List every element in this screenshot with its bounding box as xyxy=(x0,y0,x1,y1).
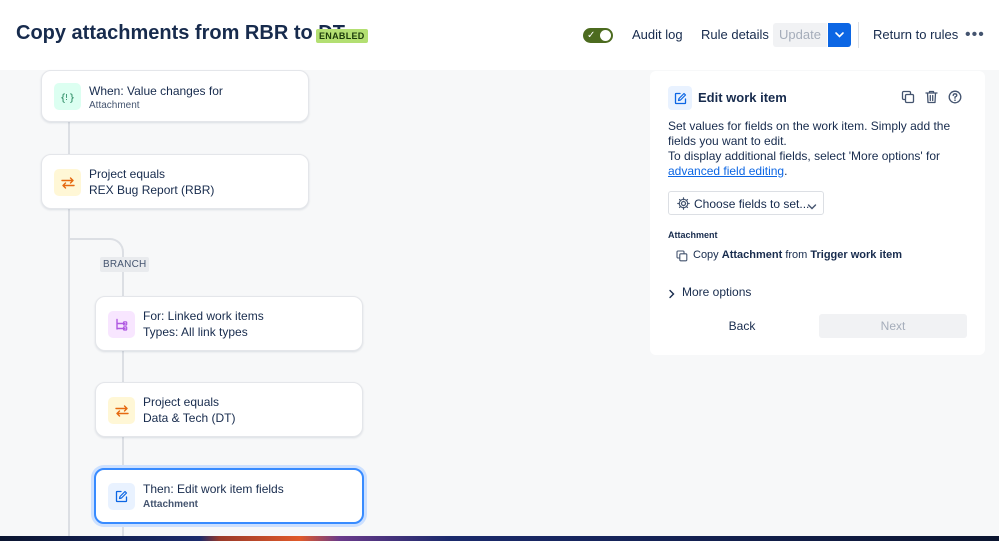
branch-icon xyxy=(108,311,135,338)
rule-canvas: BRANCH { ! } When: Value changes for Att… xyxy=(0,70,999,536)
swap-arrows-icon xyxy=(108,397,135,424)
copy-field-name: Attachment xyxy=(721,249,783,261)
description-period: . xyxy=(784,164,788,178)
header-bar: Copy attachments from RBR to DT ENABLED … xyxy=(0,0,999,70)
branch-subtitle: Types: All link types xyxy=(143,325,248,339)
condition-title: Project equals xyxy=(89,167,166,181)
connector-line xyxy=(68,122,70,154)
copy-from-word: from xyxy=(785,249,808,261)
connector-line xyxy=(122,437,124,468)
choose-fields-label: Choose fields to set... xyxy=(694,197,810,211)
description-text: To display additional fields, select 'Mo… xyxy=(668,149,941,163)
check-icon: ✓ xyxy=(587,30,596,41)
chevron-right-icon xyxy=(668,288,676,302)
svg-text:}: } xyxy=(69,93,75,103)
field-label: Attachment xyxy=(668,230,718,240)
rule-details-button[interactable]: Rule details xyxy=(701,27,769,42)
rule-enabled-toggle[interactable]: ✓ xyxy=(583,28,613,43)
action-card[interactable]: Then: Edit work item fields Attachment xyxy=(94,468,364,524)
trash-icon[interactable] xyxy=(925,90,938,109)
update-button[interactable]: Update xyxy=(773,23,827,47)
edit-work-item-panel: Edit work item Set values for fields on … xyxy=(650,71,985,355)
trigger-card[interactable]: { ! } When: Value changes for Attachment xyxy=(41,70,309,122)
branch-label: BRANCH xyxy=(100,257,150,272)
page-title: Copy attachments from RBR to DT xyxy=(16,22,345,44)
chevron-down-icon xyxy=(807,200,817,214)
toggle-knob xyxy=(600,30,611,41)
condition-title: Project equals xyxy=(143,395,220,409)
action-title: Then: Edit work item fields xyxy=(143,482,284,496)
header-divider xyxy=(858,22,859,48)
description-text: Set values for fields on the work item. … xyxy=(668,119,951,148)
status-badge: ENABLED xyxy=(316,29,368,43)
svg-text:!: ! xyxy=(65,93,68,102)
audit-log-button[interactable]: Audit log xyxy=(632,27,683,42)
connector-line xyxy=(122,351,124,382)
trigger-title: When: Value changes for xyxy=(89,84,223,98)
more-actions-icon[interactable]: ••• xyxy=(965,26,985,44)
copy-field-text: Copy Attachment from Trigger work item xyxy=(693,249,902,261)
condition-value: REX Bug Report (RBR) xyxy=(89,183,215,197)
trigger-icon: { ! } xyxy=(54,83,81,110)
copy-word: Copy xyxy=(693,249,719,261)
panel-description: Set values for fields on the work item. … xyxy=(668,119,973,179)
update-options-button[interactable] xyxy=(828,23,851,47)
taskbar-strip xyxy=(0,536,999,541)
edit-icon xyxy=(108,483,135,510)
branch-card[interactable]: For: Linked work items Types: All link t… xyxy=(95,296,363,351)
condition-value: Data & Tech (DT) xyxy=(143,411,236,425)
trigger-subtitle: Attachment xyxy=(89,100,140,111)
next-button[interactable]: Next xyxy=(819,314,967,338)
choose-fields-dropdown[interactable]: Choose fields to set... xyxy=(668,191,824,215)
connector-line xyxy=(122,524,124,536)
back-button[interactable]: Back xyxy=(668,314,816,338)
advanced-field-editing-link[interactable]: advanced field editing xyxy=(668,164,784,178)
return-to-rules-button[interactable]: Return to rules xyxy=(873,27,958,42)
condition-card[interactable]: Project equals Data & Tech (DT) xyxy=(95,382,363,437)
more-options-label: More options xyxy=(682,285,752,299)
chevron-down-icon xyxy=(835,32,844,38)
copy-icon xyxy=(676,250,688,265)
edit-icon xyxy=(668,86,692,110)
help-icon[interactable] xyxy=(948,90,962,109)
branch-title: For: Linked work items xyxy=(143,309,264,323)
gear-icon xyxy=(677,197,690,213)
condition-card[interactable]: Project equals REX Bug Report (RBR) xyxy=(41,154,309,209)
action-subtitle: Attachment xyxy=(143,499,199,510)
swap-arrows-icon xyxy=(54,169,81,196)
panel-title: Edit work item xyxy=(698,90,787,105)
duplicate-icon[interactable] xyxy=(901,90,915,109)
copy-source-name: Trigger work item xyxy=(810,249,903,261)
